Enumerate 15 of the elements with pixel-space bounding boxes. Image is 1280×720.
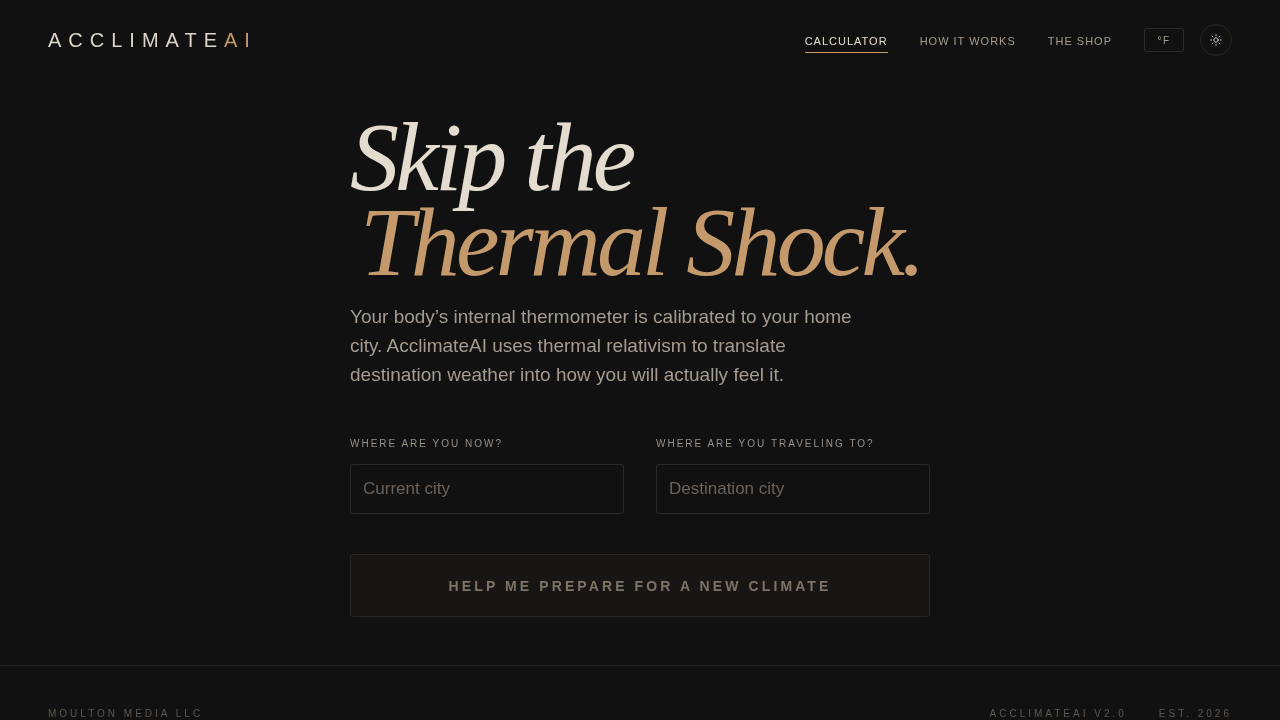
nav-link[interactable]: CALCULATOR [804, 28, 888, 53]
field-label: WHERE ARE YOU TRAVELING TO? [656, 437, 876, 451]
city-input[interactable]: Current city [350, 464, 624, 514]
sun-icon [1210, 34, 1222, 46]
established-text: EST. 2026 [1158, 707, 1232, 720]
city-input[interactable]: Destination city [656, 464, 930, 514]
nav-link[interactable]: THE SHOP [1047, 28, 1112, 53]
description-text: Your body’s internal thermometer is calibrated to your home city. AcclimateAI uses thermal relativism to translate destination weather into how you will actually feel it. [350, 305, 853, 387]
unit-toggle-button[interactable]: °F [1144, 28, 1184, 52]
company-name: MOULTON MEDIA LLC [48, 707, 204, 720]
version-text: ACCLIMATEAI V2.0 [989, 707, 1127, 720]
logo-wordmark[interactable]: ACCLIMATE AI [48, 28, 257, 52]
field-label: WHERE ARE YOU NOW? [350, 437, 505, 451]
nav-link[interactable]: HOW IT WORKS [919, 28, 1016, 53]
submit-button[interactable]: HELP ME PREPARE FOR A NEW CLIMATE [350, 554, 930, 617]
